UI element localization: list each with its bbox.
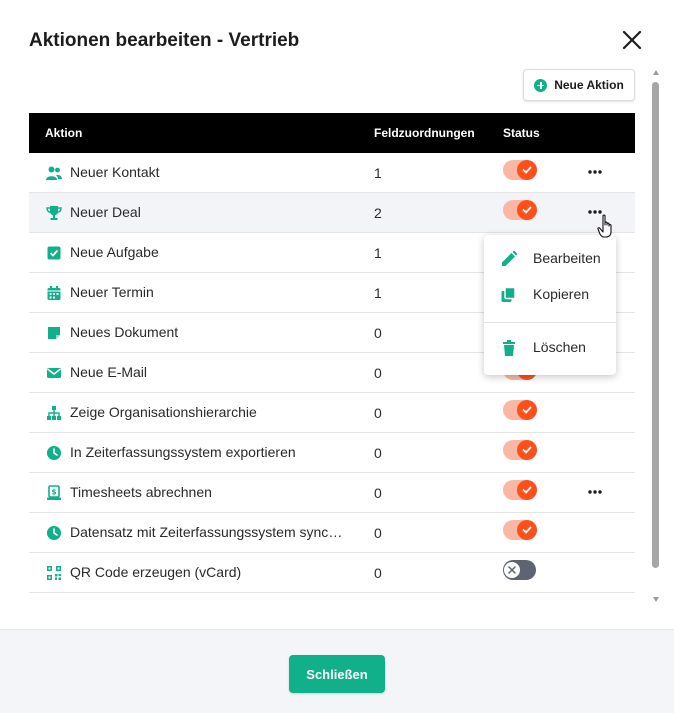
field-mapping-count: 1	[374, 285, 382, 301]
table-row[interactable]: $ Timesheets abrechnen 0	[29, 473, 635, 513]
table-row[interactable]: Neuer Deal 2	[29, 193, 635, 233]
table-header: Aktion Feldzuordnungen Status	[29, 113, 635, 153]
row-context-menu: Bearbeiten Kopieren Löschen	[484, 235, 616, 375]
more-options-icon[interactable]	[586, 164, 604, 180]
field-mapping-count: 0	[374, 405, 382, 421]
clock-icon	[46, 445, 62, 461]
menu-divider	[484, 322, 616, 323]
field-mapping-count: 0	[374, 365, 382, 381]
scroll-down-icon[interactable]	[653, 597, 659, 602]
check-icon	[517, 520, 537, 540]
billing-icon: $	[46, 485, 62, 501]
action-name: Neuer Termin	[70, 284, 154, 300]
field-mapping-count: 0	[374, 325, 382, 341]
status-toggle[interactable]	[503, 560, 536, 580]
field-mapping-count: 1	[374, 245, 382, 261]
x-icon	[504, 562, 520, 578]
menu-copy-label: Kopieren	[533, 286, 590, 302]
table-row[interactable]: In Zeiterfassungssystem exportieren 0	[29, 433, 635, 473]
calendar-icon	[46, 285, 62, 301]
check-icon	[517, 200, 537, 220]
users-icon	[46, 165, 62, 181]
copy-icon	[501, 286, 516, 302]
status-toggle[interactable]	[503, 440, 537, 460]
dialog-footer: Schließen	[0, 629, 674, 713]
hierarchy-icon	[46, 405, 62, 421]
trophy-icon	[46, 205, 62, 221]
clock-icon	[46, 525, 62, 541]
new-action-button[interactable]: Neue Aktion	[523, 69, 635, 101]
action-name: In Zeiterfassungssystem exportieren	[70, 444, 296, 460]
column-header-status: Status	[503, 126, 540, 140]
table-row[interactable]: Zeige Organisationshierarchie 0	[29, 393, 635, 433]
table-row[interactable]: QR Code erzeugen (vCard) 0	[29, 553, 635, 593]
menu-item-copy[interactable]: Kopieren	[484, 278, 616, 312]
check-icon	[517, 160, 537, 180]
table-row[interactable]: Neuer Kontakt 1	[29, 153, 635, 193]
status-toggle[interactable]	[503, 480, 537, 500]
mail-icon	[46, 365, 62, 381]
column-header-field-mappings: Feldzuordnungen	[374, 126, 475, 140]
menu-item-edit[interactable]: Bearbeiten	[484, 242, 616, 276]
action-name: Neue E-Mail	[70, 364, 148, 380]
hand-cursor-icon	[597, 214, 612, 238]
new-action-label: Neue Aktion	[554, 78, 624, 92]
action-name: Zeige Organisationshierarchie	[70, 404, 257, 420]
more-options-icon[interactable]	[586, 484, 604, 500]
check-icon	[517, 480, 537, 500]
menu-edit-label: Bearbeiten	[533, 250, 601, 266]
field-mapping-count: 0	[374, 525, 382, 541]
action-name: QR Code erzeugen (vCard)	[70, 564, 242, 580]
status-toggle[interactable]	[503, 160, 537, 180]
column-header-action: Aktion	[45, 126, 83, 140]
field-mapping-count: 2	[374, 205, 382, 221]
action-name: Neue Aufgabe	[70, 244, 159, 260]
action-name: Datensatz mit Zeiterfassungssystem synch…	[70, 524, 350, 540]
scroll-up-icon[interactable]	[653, 70, 659, 75]
trash-icon	[503, 340, 515, 356]
close-button[interactable]: Schließen	[289, 655, 385, 693]
field-mapping-count: 0	[374, 565, 382, 581]
field-mapping-count: 0	[374, 485, 382, 501]
table-row[interactable]: Datensatz mit Zeiterfassungssystem synch…	[29, 513, 635, 553]
scrollbar[interactable]	[651, 70, 661, 608]
menu-delete-label: Löschen	[533, 339, 586, 355]
action-name: Neuer Kontakt	[70, 164, 160, 180]
action-name: Timesheets abrechnen	[70, 484, 212, 500]
status-toggle[interactable]	[503, 520, 537, 540]
svg-text:$: $	[51, 488, 56, 497]
field-mapping-count: 0	[374, 445, 382, 461]
status-toggle[interactable]	[503, 400, 537, 420]
check-icon	[517, 400, 537, 420]
task-check-icon	[46, 245, 62, 261]
qr-code-icon	[46, 565, 62, 581]
status-toggle[interactable]	[503, 200, 537, 220]
field-mapping-count: 1	[374, 165, 382, 181]
dialog-title: Aktionen bearbeiten - Vertrieb	[29, 30, 300, 51]
pencil-icon	[502, 250, 518, 266]
action-name: Neuer Deal	[70, 204, 141, 220]
action-name: Neues Dokument	[70, 324, 179, 340]
check-icon	[517, 440, 537, 460]
plus-circle-icon	[534, 78, 548, 92]
edit-actions-dialog: Aktionen bearbeiten - Vertrieb Neue Akti…	[0, 0, 674, 713]
close-icon[interactable]	[620, 28, 644, 52]
document-icon	[46, 325, 62, 341]
menu-item-delete[interactable]: Löschen	[484, 331, 616, 365]
scrollbar-thumb[interactable]	[652, 82, 659, 568]
